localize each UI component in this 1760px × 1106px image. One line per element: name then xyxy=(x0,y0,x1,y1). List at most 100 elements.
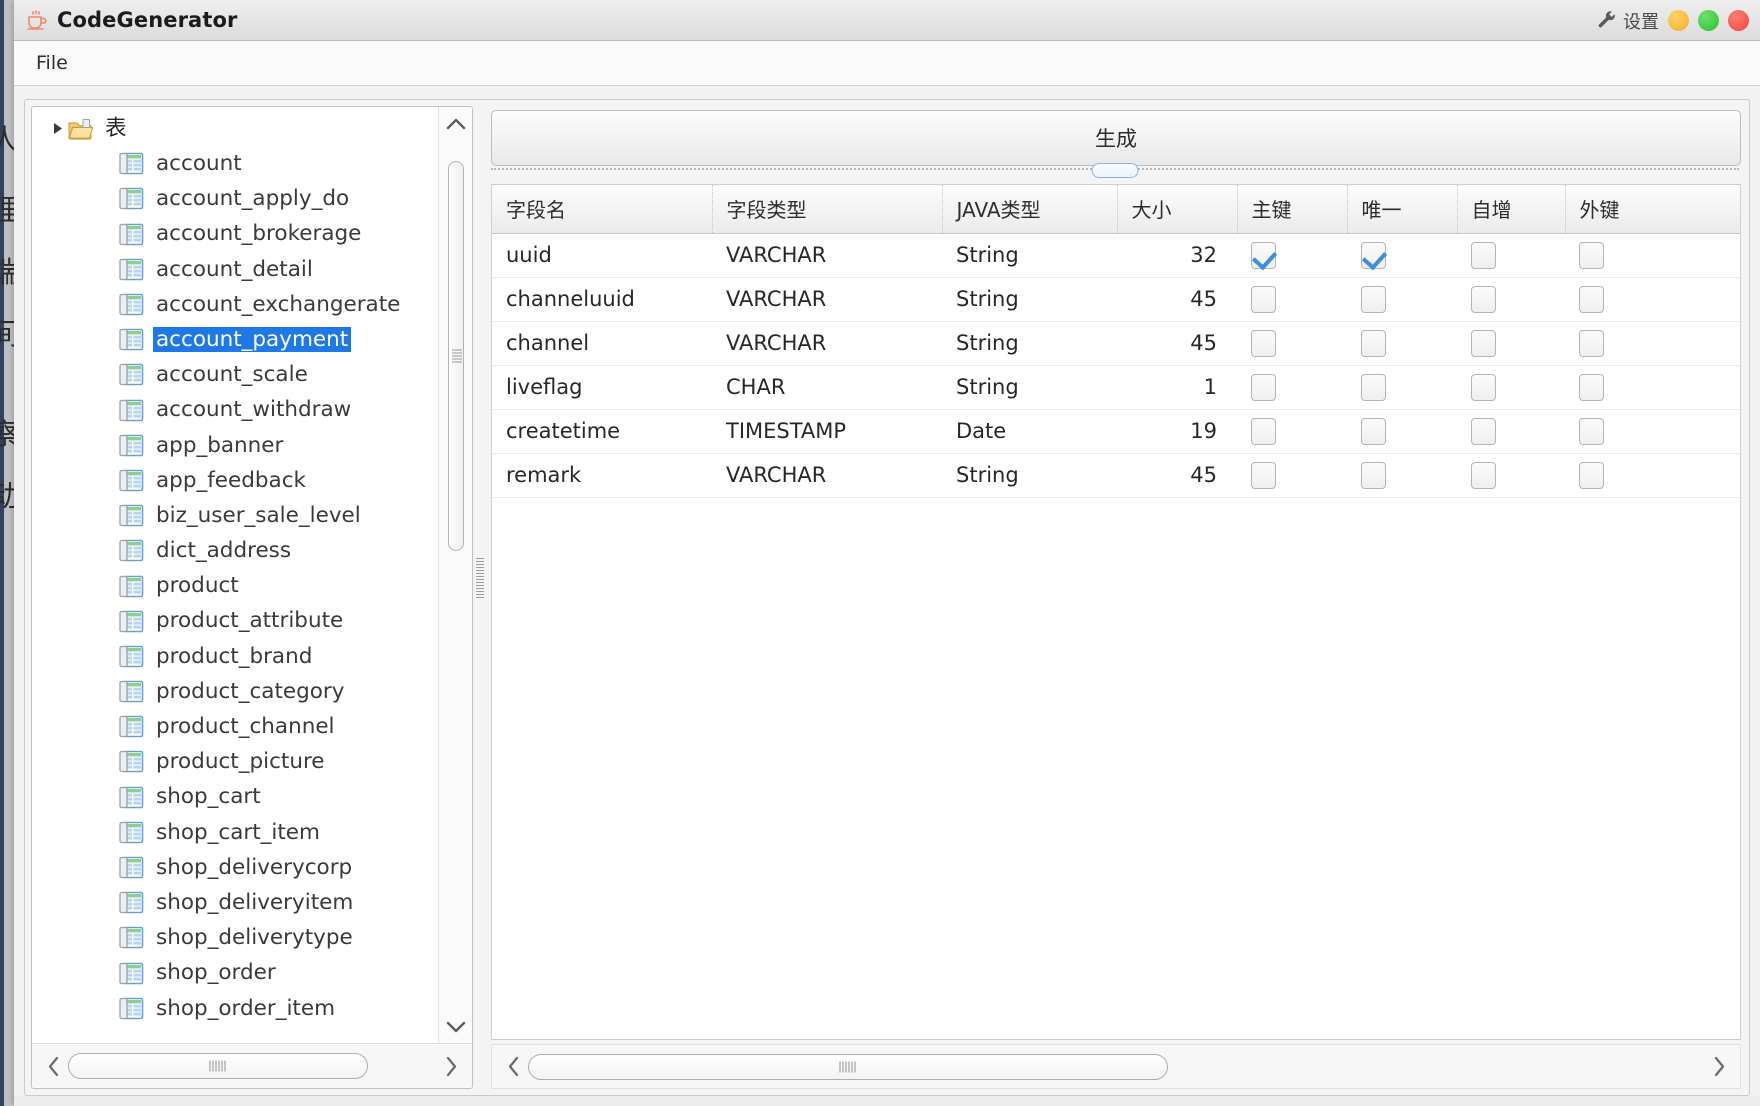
tree-item-product_channel[interactable]: product_channel xyxy=(32,709,438,744)
table-horizontal-scrollbar[interactable] xyxy=(491,1044,1741,1089)
unique-checkbox[interactable] xyxy=(1361,373,1386,401)
tree-item-biz_user_sale_level[interactable]: biz_user_sale_level xyxy=(32,498,438,533)
tree-item-shop_deliveryitem[interactable]: shop_deliveryitem xyxy=(32,885,438,920)
maximize-button[interactable] xyxy=(1698,10,1719,31)
tree-item-product_attribute[interactable]: product_attribute xyxy=(32,604,438,639)
split-collapse-handle[interactable] xyxy=(1091,163,1139,178)
tree-item-dict_address[interactable]: dict_address xyxy=(32,533,438,568)
tree-root-tables[interactable]: 表 xyxy=(32,111,438,146)
primary-key-checkbox[interactable] xyxy=(1251,285,1276,313)
table-row[interactable]: liveflag CHAR String 1 xyxy=(492,365,1740,410)
tree-item-shop_cart_item[interactable]: shop_cart_item xyxy=(32,815,438,850)
primary-key-cell[interactable] xyxy=(1237,321,1347,366)
foreign-key-checkbox[interactable] xyxy=(1579,417,1604,445)
tree-item-product_picture[interactable]: product_picture xyxy=(32,744,438,779)
auto-increment-cell[interactable] xyxy=(1457,321,1565,366)
tree-vertical-scrollbar[interactable] xyxy=(438,107,472,1043)
unique-cell[interactable] xyxy=(1347,365,1457,410)
tree-horizontal-scroll-thumb[interactable] xyxy=(68,1053,368,1079)
auto-increment-checkbox[interactable] xyxy=(1471,373,1496,401)
close-button[interactable] xyxy=(1728,10,1749,31)
tree-item-shop_order[interactable]: shop_order xyxy=(32,956,438,991)
primary-key-checkbox[interactable] xyxy=(1251,417,1276,445)
table-row[interactable]: createtime TIMESTAMP Date 19 xyxy=(492,409,1740,454)
unique-cell[interactable] xyxy=(1347,233,1457,278)
unique-checkbox[interactable] xyxy=(1361,329,1386,357)
tree-item-shop_cart[interactable]: shop_cart xyxy=(32,780,438,815)
table-horizontal-scroll-thumb[interactable] xyxy=(528,1053,1168,1080)
foreign-key-cell[interactable] xyxy=(1565,277,1740,322)
auto-increment-cell[interactable] xyxy=(1457,277,1565,322)
column-header-2[interactable]: JAVA类型 xyxy=(942,185,1118,234)
unique-cell[interactable] xyxy=(1347,277,1457,322)
primary-key-cell[interactable] xyxy=(1237,365,1347,410)
column-header-1[interactable]: 字段类型 xyxy=(712,185,943,234)
table-row[interactable]: remark VARCHAR String 45 xyxy=(492,453,1740,498)
primary-key-cell[interactable] xyxy=(1237,453,1347,498)
foreign-key-cell[interactable] xyxy=(1565,409,1740,454)
auto-increment-checkbox[interactable] xyxy=(1471,417,1496,445)
tree-item-account_withdraw[interactable]: account_withdraw xyxy=(32,393,438,428)
foreign-key-checkbox[interactable] xyxy=(1579,241,1604,269)
tree-item-account_detail[interactable]: account_detail xyxy=(32,252,438,287)
unique-cell[interactable] xyxy=(1347,453,1457,498)
primary-key-cell[interactable] xyxy=(1237,233,1347,278)
primary-key-checkbox[interactable] xyxy=(1251,461,1276,489)
tree-item-account_apply_do[interactable]: account_apply_do xyxy=(32,181,438,216)
table-horizontal-scroll-track[interactable] xyxy=(528,1053,1704,1080)
table-row[interactable]: channeluuid VARCHAR String 45 xyxy=(492,277,1740,322)
unique-checkbox[interactable] xyxy=(1361,285,1386,313)
primary-key-checkbox[interactable] xyxy=(1251,329,1276,357)
primary-key-cell[interactable] xyxy=(1237,409,1347,454)
foreign-key-checkbox[interactable] xyxy=(1579,461,1604,489)
tree-item-shop_deliverycorp[interactable]: shop_deliverycorp xyxy=(32,850,438,885)
tree-item-product_brand[interactable]: product_brand xyxy=(32,639,438,674)
auto-increment-checkbox[interactable] xyxy=(1471,241,1496,269)
scroll-down-arrow-icon[interactable] xyxy=(439,1011,473,1043)
tree-item-app_banner[interactable]: app_banner xyxy=(32,428,438,463)
auto-increment-checkbox[interactable] xyxy=(1471,329,1496,357)
primary-key-checkbox[interactable] xyxy=(1251,373,1276,401)
auto-increment-cell[interactable] xyxy=(1457,365,1565,410)
horizontal-split-divider[interactable] xyxy=(491,163,1739,184)
tree-item-account_payment[interactable]: account_payment xyxy=(32,322,438,357)
scroll-up-arrow-icon[interactable] xyxy=(439,107,473,139)
auto-increment-cell[interactable] xyxy=(1457,233,1565,278)
scroll-left-arrow-icon[interactable] xyxy=(498,1050,528,1084)
tree-item-account_exchangerate[interactable]: account_exchangerate xyxy=(32,287,438,322)
table-row[interactable]: channel VARCHAR String 45 xyxy=(492,321,1740,366)
foreign-key-checkbox[interactable] xyxy=(1579,373,1604,401)
foreign-key-cell[interactable] xyxy=(1565,365,1740,410)
auto-increment-checkbox[interactable] xyxy=(1471,461,1496,489)
tree-item-account_scale[interactable]: account_scale xyxy=(32,357,438,392)
tree-item-app_feedback[interactable]: app_feedback xyxy=(32,463,438,498)
unique-checkbox[interactable] xyxy=(1361,461,1386,489)
auto-increment-cell[interactable] xyxy=(1457,409,1565,454)
scroll-right-arrow-icon[interactable] xyxy=(436,1049,466,1083)
scroll-right-arrow-icon[interactable] xyxy=(1704,1050,1734,1084)
tree-vertical-scroll-thumb[interactable] xyxy=(447,161,464,551)
column-header-3[interactable]: 大小 xyxy=(1117,185,1238,234)
foreign-key-cell[interactable] xyxy=(1565,453,1740,498)
foreign-key-checkbox[interactable] xyxy=(1579,285,1604,313)
auto-increment-cell[interactable] xyxy=(1457,453,1565,498)
tree-item-product[interactable]: product xyxy=(32,568,438,603)
unique-checkbox[interactable] xyxy=(1361,241,1386,269)
column-header-5[interactable]: 唯一 xyxy=(1347,185,1458,234)
split-divider[interactable] xyxy=(473,106,487,1089)
tree-vertical-scroll-track[interactable] xyxy=(439,139,473,1011)
column-header-6[interactable]: 自增 xyxy=(1457,185,1566,234)
tree-item-shop_order_item[interactable]: shop_order_item xyxy=(32,991,438,1026)
menu-item-file[interactable]: File xyxy=(27,49,77,77)
scroll-left-arrow-icon[interactable] xyxy=(38,1049,68,1083)
tree-item-account[interactable]: account xyxy=(32,146,438,181)
auto-increment-checkbox[interactable] xyxy=(1471,285,1496,313)
tree-item-product_category[interactable]: product_category xyxy=(32,674,438,709)
primary-key-cell[interactable] xyxy=(1237,277,1347,322)
unique-cell[interactable] xyxy=(1347,321,1457,366)
foreign-key-checkbox[interactable] xyxy=(1579,329,1604,357)
tree-item-account_brokerage[interactable]: account_brokerage xyxy=(32,217,438,252)
column-header-4[interactable]: 主键 xyxy=(1237,185,1348,234)
tree-horizontal-scroll-track[interactable] xyxy=(68,1053,436,1079)
tree-horizontal-scrollbar[interactable] xyxy=(32,1043,472,1088)
